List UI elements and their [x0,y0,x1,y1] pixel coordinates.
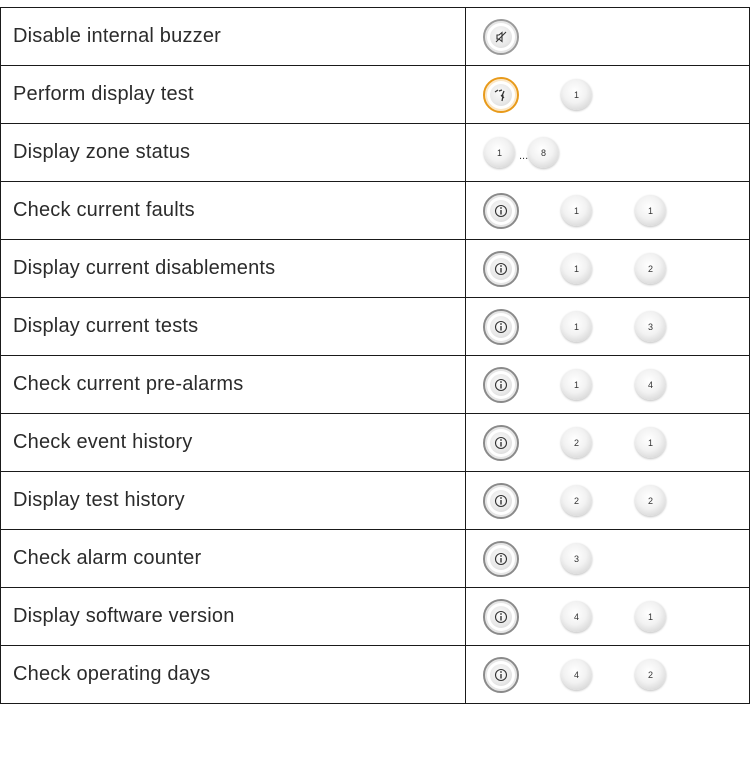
number-key[interactable]: 1 [561,195,592,226]
number-key[interactable]: 1 [561,311,592,342]
number-key[interactable]: 2 [635,659,666,690]
info-key[interactable] [483,483,519,519]
operation-label: Display current tests [0,297,466,356]
table-row: Display current disablements 1 2 [0,239,750,298]
info-icon [494,262,508,276]
info-icon [494,204,508,218]
table-row: Check event history 2 1 [0,413,750,472]
table-row: Display zone status 1 ... 8 [0,123,750,182]
number-key[interactable]: 1 [484,137,515,168]
operation-label: Check alarm counter [0,529,466,588]
number-key[interactable]: 2 [561,427,592,458]
operation-label: Check event history [0,413,466,472]
table-row: Display software version 4 1 [0,587,750,646]
number-key[interactable]: 4 [635,369,666,400]
number-key[interactable]: 1 [561,369,592,400]
number-key[interactable]: 8 [528,137,559,168]
table-row: Check operating days 4 2 [0,645,750,704]
info-icon [494,668,508,682]
number-key[interactable]: 1 [635,601,666,632]
info-key[interactable] [483,251,519,287]
operation-label: Check operating days [0,645,466,704]
operation-label: Display software version [0,587,466,646]
number-key[interactable]: 4 [561,601,592,632]
key-sequence: 1 ... 8 [465,123,750,182]
operation-label: Check current faults [0,181,466,240]
operation-label: Check current pre-alarms [0,355,466,414]
number-key[interactable]: 1 [635,427,666,458]
table-row: Disable internal buzzer [0,7,750,66]
buzzer-off-icon [495,31,507,43]
buzzer-off-key[interactable] [483,19,519,55]
range-ellipsis: ... [519,150,529,162]
number-key[interactable]: 2 [561,485,592,516]
key-sequence: 1 2 [465,239,750,298]
info-icon [494,378,508,392]
key-sequence [465,7,750,66]
number-key[interactable]: 1 [635,195,666,226]
info-key[interactable] [483,657,519,693]
table-row: Check current faults 1 1 [0,181,750,240]
key-sequence: 3 [465,529,750,588]
info-icon [494,610,508,624]
number-key[interactable]: 3 [635,311,666,342]
key-sequence: 2 1 [465,413,750,472]
table-row: Display current tests 1 3 [0,297,750,356]
key-sequence: 1 [465,65,750,124]
info-icon [494,320,508,334]
number-key[interactable]: 2 [635,485,666,516]
key-sequence: 1 1 [465,181,750,240]
display-test-icon [494,89,505,102]
number-key[interactable]: 3 [561,543,592,574]
info-icon [494,436,508,450]
info-key[interactable] [483,193,519,229]
operation-label: Display test history [0,471,466,530]
table-row: Perform display test 1 [0,65,750,124]
info-icon [494,552,508,566]
info-icon [494,494,508,508]
number-key[interactable]: 4 [561,659,592,690]
key-sequence: 1 3 [465,297,750,356]
display-test-key[interactable] [483,77,519,113]
key-sequence: 1 4 [465,355,750,414]
key-sequence-table: Disable internal buzzer Perform display … [0,7,750,704]
info-key[interactable] [483,599,519,635]
number-key[interactable]: 1 [561,79,592,110]
table-row: Display test history 2 2 [0,471,750,530]
info-key[interactable] [483,309,519,345]
table-row: Check current pre-alarms 1 4 [0,355,750,414]
info-key[interactable] [483,425,519,461]
info-key[interactable] [483,541,519,577]
key-sequence: 2 2 [465,471,750,530]
operation-label: Display current disablements [0,239,466,298]
operation-label: Display zone status [0,123,466,182]
operation-label: Perform display test [0,65,466,124]
key-sequence: 4 1 [465,587,750,646]
table-row: Check alarm counter 3 [0,529,750,588]
info-key[interactable] [483,367,519,403]
operation-label: Disable internal buzzer [0,7,466,66]
number-key[interactable]: 1 [561,253,592,284]
number-key[interactable]: 2 [635,253,666,284]
key-sequence: 4 2 [465,645,750,704]
